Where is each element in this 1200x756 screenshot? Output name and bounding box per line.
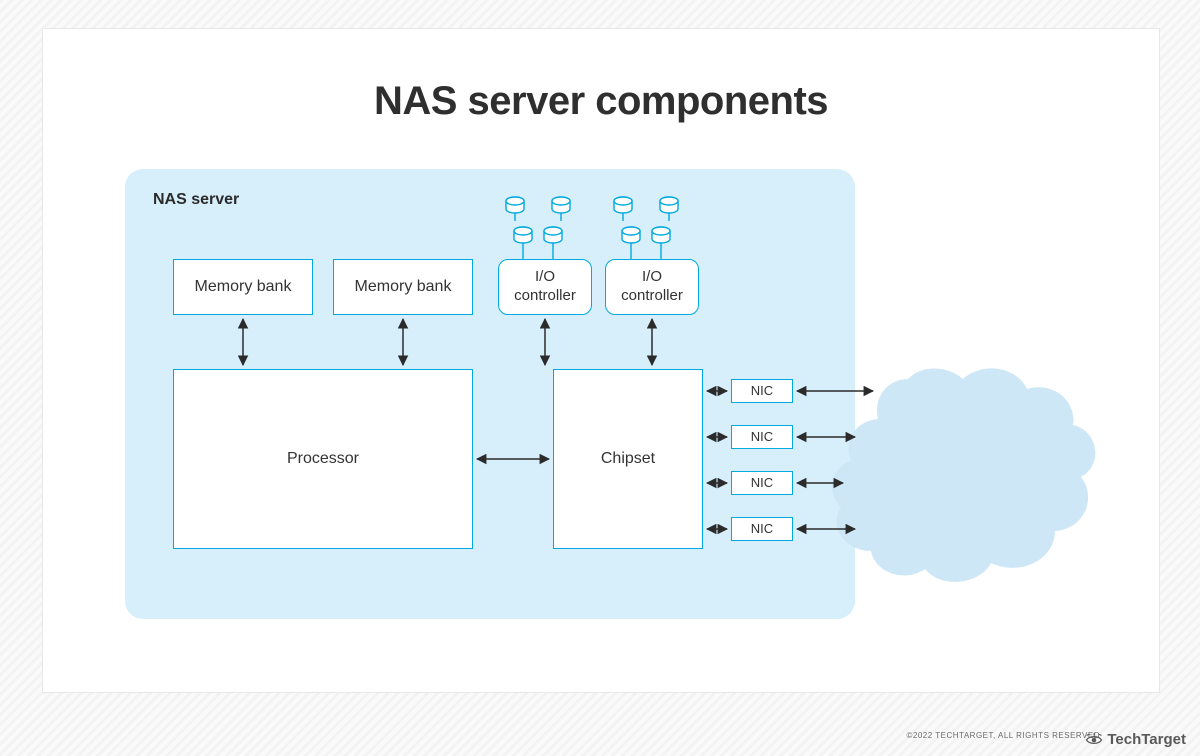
diagram-title: NAS server components — [43, 79, 1159, 124]
network-cloud-icon — [832, 368, 1095, 582]
nic-4-box: NIC — [731, 517, 793, 541]
brand-text: TechTarget — [1107, 731, 1186, 748]
nic-2-box: NIC — [731, 425, 793, 449]
brand-logo: TechTarget — [1085, 731, 1186, 748]
processor-box: Processor — [173, 369, 473, 549]
diagram-frame: NAS server components NAS server Memory … — [42, 28, 1160, 693]
nic-1-box: NIC — [731, 379, 793, 403]
io-controller-2-label: I/Ocontroller — [621, 268, 683, 306]
network-label: Network — [953, 447, 1015, 467]
eye-icon — [1085, 733, 1103, 747]
io-controller-1-label: I/Ocontroller — [514, 268, 576, 306]
nic-3-box: NIC — [731, 471, 793, 495]
memory-bank-1-box: Memory bank — [173, 259, 313, 315]
copyright-text: ©2022 TECHTARGET, ALL RIGHTS RESERVED — [907, 731, 1101, 740]
io-controller-1-box: I/Ocontroller — [498, 259, 592, 315]
nas-server-label: NAS server — [153, 191, 239, 209]
chipset-box: Chipset — [553, 369, 703, 549]
io-controller-2-box: I/Ocontroller — [605, 259, 699, 315]
memory-bank-2-box: Memory bank — [333, 259, 473, 315]
